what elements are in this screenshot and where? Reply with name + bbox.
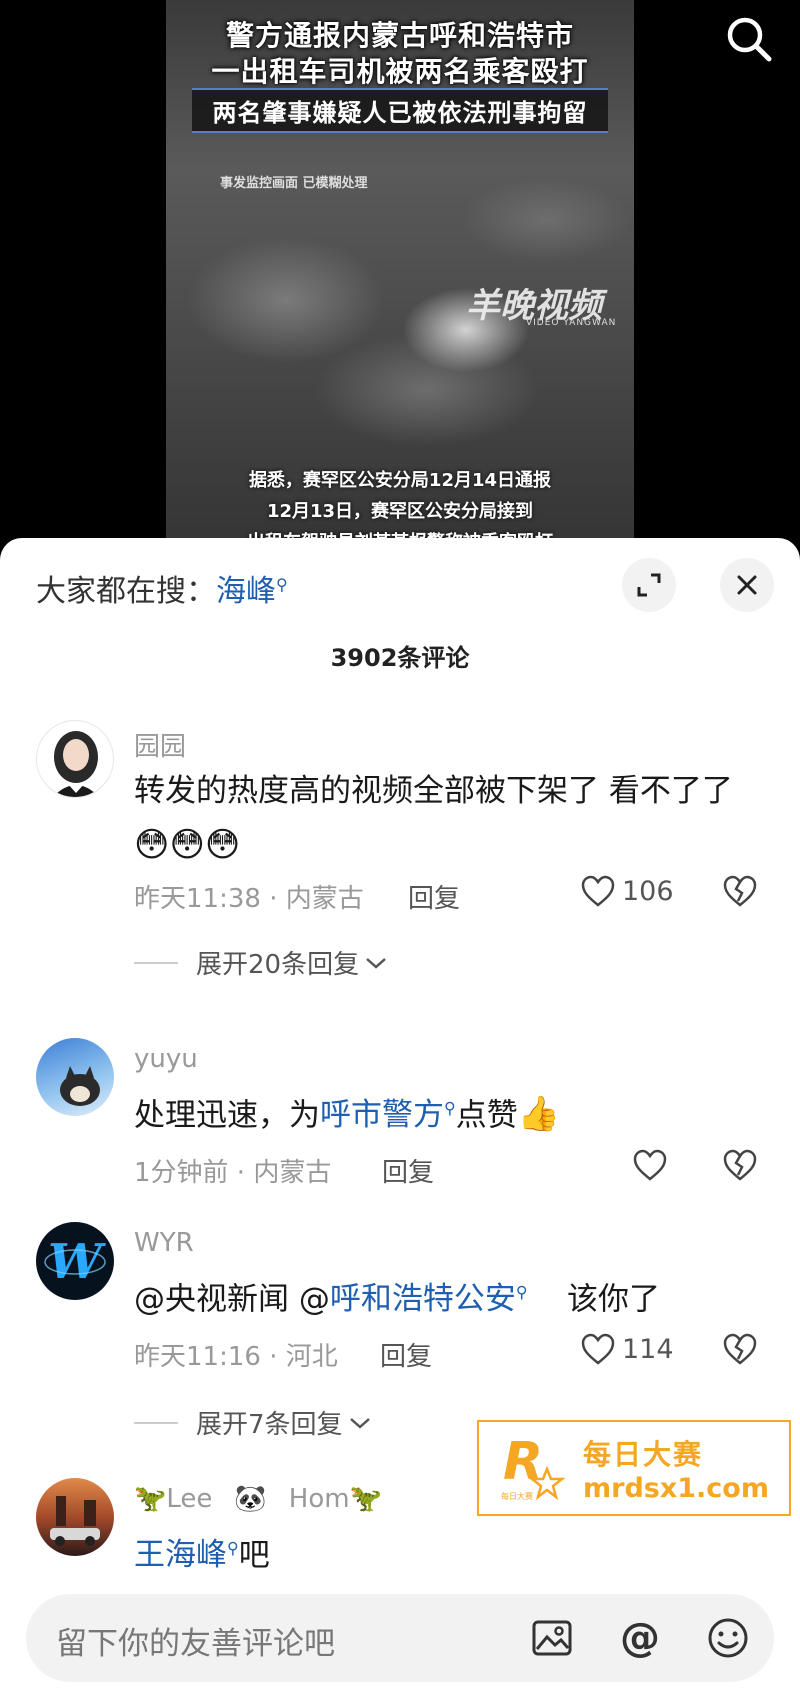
trending-label: 大家都在搜： — [36, 574, 216, 609]
reply-button[interactable]: 回复 — [380, 1336, 432, 1373]
comment-meta: 昨天11:16 · 河北 — [134, 1342, 338, 1372]
avatar[interactable] — [36, 1038, 114, 1116]
broken-heart-icon — [723, 875, 757, 907]
divider — [134, 1421, 178, 1424]
comment-text-suffix: 点赞 — [455, 1097, 518, 1134]
comment-content: @央视新闻 @呼和浩特公安⚲ 该你了 — [134, 1266, 764, 1326]
video-headline-2: 一出租车司机被两名乘客殴打 — [211, 55, 589, 88]
trending-term-text[interactable]: 海峰 — [216, 574, 276, 609]
close-button[interactable] — [720, 558, 774, 612]
hashtag-link-text[interactable]: 王海峰 — [134, 1537, 227, 1573]
promo-banner[interactable]: R 每日大赛 每日大赛 mrdsx1.com — [477, 1420, 791, 1516]
emoji-icon[interactable] — [704, 1614, 752, 1662]
small-search-icon: ⚲ — [276, 575, 288, 594]
promo-logo: R 每日大赛 — [499, 1432, 566, 1503]
heart-icon — [581, 1333, 615, 1365]
comment-username[interactable]: WYR — [134, 1228, 194, 1258]
trending-search: 大家都在搜：海峰⚲ — [36, 566, 288, 610]
image-icon[interactable] — [528, 1614, 576, 1662]
expand-button[interactable] — [622, 558, 676, 612]
heart-icon — [581, 875, 615, 907]
small-search-icon: ⚲ — [227, 1539, 239, 1558]
video-headline-3: 两名肇事嫌疑人已被依法刑事拘留 — [192, 88, 608, 133]
broken-heart-icon — [723, 1333, 757, 1365]
like-button[interactable] — [632, 1148, 674, 1182]
divider — [134, 961, 178, 964]
comment-emojis: 😳😳😳 — [134, 825, 241, 865]
dislike-button[interactable] — [722, 874, 758, 912]
at-icon[interactable]: @ — [616, 1614, 664, 1662]
comment-username[interactable]: yuyu — [134, 1044, 198, 1074]
comment-content: 处理迅速，为呼市警方⚲点赞👍 — [134, 1082, 764, 1142]
comment-sheet: 大家都在搜：海峰⚲ 3902条评论 园园 转发的热度高的视频全部被下架了 看不了… — [0, 538, 800, 1700]
video-caption-1: 据悉，赛罕区公安分局12月14日通报 — [248, 470, 552, 491]
comment-username[interactable]: 🦖Lee 🐼 Hom🦖 — [134, 1484, 382, 1514]
svg-text:每日大赛: 每日大赛 — [501, 1491, 533, 1501]
video-watermark-sub: VIDEO YANGWAN — [526, 318, 617, 328]
expand-replies-button[interactable]: 展开7条回复 — [134, 1404, 373, 1441]
comment-content: 转发的热度高的视频全部被下架了 看不了了 😳😳😳 — [134, 764, 764, 873]
comment-input-placeholder: 留下你的友善评论吧 — [56, 1626, 335, 1662]
promo-title: 每日大赛 — [583, 1437, 704, 1471]
comment-text-suffix: 该你了 — [527, 1281, 660, 1318]
search-icon[interactable] — [724, 14, 774, 64]
comment-text: 转发的热度高的视频全部被下架了 看不了了 — [134, 773, 733, 809]
hashtag-link-text[interactable]: 呼和浩特公安 — [330, 1281, 516, 1317]
chevron-down-icon — [349, 1417, 370, 1429]
heart-icon — [633, 1149, 667, 1181]
expand-replies-button[interactable]: 展开20条回复 — [134, 944, 389, 981]
like-button[interactable]: 106 — [580, 874, 674, 908]
comment-text-suffix: 吧 — [238, 1537, 270, 1574]
like-button[interactable]: 114 — [580, 1332, 674, 1366]
reply-button[interactable]: 回复 — [382, 1152, 434, 1189]
video-caption-2: 12月13日，赛罕区公安分局接到 — [266, 501, 534, 522]
video-headline-1: 警方通报内蒙古呼和浩特市 — [225, 19, 574, 52]
hashtag-link[interactable]: 呼和浩特公安⚲ — [330, 1281, 528, 1317]
promo-text: 每日大赛 mrdsx1.com — [583, 1433, 769, 1504]
thumbs-up-icon: 👍 — [517, 1094, 561, 1135]
avatar[interactable] — [36, 1478, 114, 1556]
comment-meta: 昨天11:38 · 内蒙古 — [134, 884, 364, 914]
hashtag-link[interactable]: 呼市警方⚲ — [320, 1097, 456, 1133]
cctv-note: 事发监控画面 已模糊处理 — [220, 176, 368, 191]
comment-text-prefix: @央视新闻 @ — [134, 1281, 330, 1318]
expand-icon — [637, 573, 661, 597]
expand-replies-label: 展开20条回复 — [196, 950, 360, 980]
hashtag-link-text[interactable]: 呼市警方 — [320, 1097, 444, 1133]
comment-text-prefix: 处理迅速，为 — [134, 1097, 320, 1134]
chevron-down-icon — [366, 957, 386, 969]
dislike-button[interactable] — [722, 1148, 758, 1186]
like-count: 114 — [622, 1333, 674, 1365]
username-part: 🦖Lee — [134, 1484, 213, 1514]
promo-url: mrdsx1.com — [583, 1472, 769, 1504]
expand-replies-label: 展开7条回复 — [196, 1410, 343, 1440]
comment-username[interactable]: 园园 — [134, 726, 186, 763]
small-search-icon: ⚲ — [444, 1099, 456, 1118]
avatar[interactable]: W — [36, 1222, 114, 1300]
username-part: Hom🦖 — [288, 1484, 382, 1514]
small-search-icon: ⚲ — [515, 1283, 528, 1302]
dislike-button[interactable] — [722, 1332, 758, 1370]
comment-meta: 1分钟前 · 内蒙古 — [134, 1158, 332, 1188]
username-part: 🐼 — [234, 1484, 267, 1514]
comment-count: 3902条评论 — [330, 644, 470, 672]
trending-term-link[interactable]: 海峰⚲ — [216, 574, 288, 609]
comment-input[interactable]: 留下你的友善评论吧 @ — [26, 1594, 774, 1682]
broken-heart-icon — [723, 1149, 757, 1181]
video-frame[interactable]: 警方通报内蒙古呼和浩特市 一出租车司机被两名乘客殴打 两名肇事嫌疑人已被依法刑事… — [166, 0, 634, 560]
like-count: 106 — [622, 875, 674, 907]
close-icon — [737, 575, 757, 595]
reply-button[interactable]: 回复 — [408, 878, 460, 915]
video-player[interactable]: 警方通报内蒙古呼和浩特市 一出租车司机被两名乘客殴打 两名肇事嫌疑人已被依法刑事… — [0, 0, 800, 560]
hashtag-link[interactable]: 王海峰⚲ — [134, 1537, 239, 1573]
svg-text:W: W — [48, 1234, 106, 1290]
avatar[interactable] — [36, 720, 114, 798]
comment-content: 王海峰⚲吧 — [134, 1522, 764, 1582]
